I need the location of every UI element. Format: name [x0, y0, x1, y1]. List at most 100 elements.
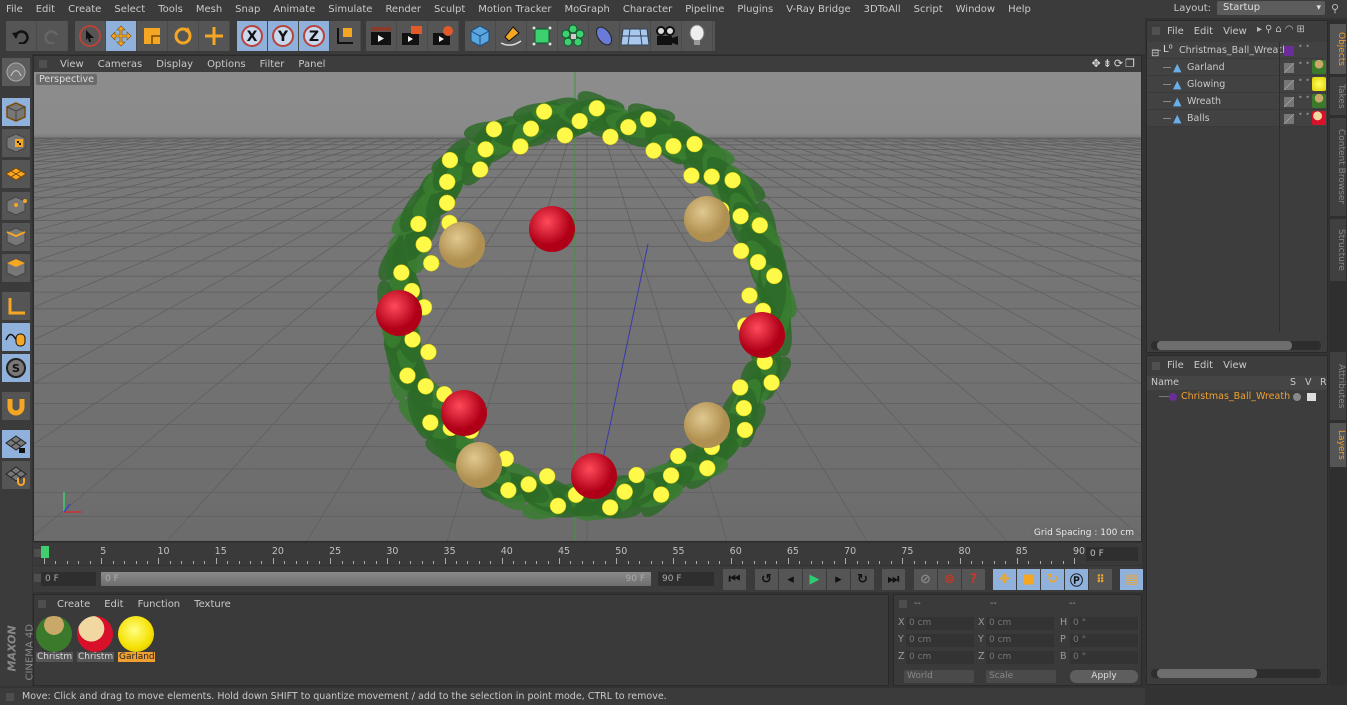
tab-takes[interactable]: Takes	[1330, 77, 1346, 115]
snap-magnet-icon[interactable]	[2, 392, 30, 420]
menu-select[interactable]: Select	[108, 4, 152, 15]
visibility-dots[interactable]: • •	[1298, 111, 1310, 119]
model-mode-icon[interactable]	[2, 98, 30, 126]
viewport-menu-view[interactable]: View	[53, 59, 91, 70]
solo-icon[interactable]: S	[2, 354, 30, 382]
workplane-mode-icon[interactable]	[2, 160, 30, 188]
object-menu-edit[interactable]: Edit	[1190, 26, 1219, 37]
points-mode-icon[interactable]	[2, 192, 30, 220]
menu-simulate[interactable]: Simulate	[322, 4, 379, 15]
menu-v-ray-bridge[interactable]: V-Ray Bridge	[780, 4, 857, 15]
redo-icon[interactable]	[37, 21, 68, 51]
camera-icon[interactable]	[651, 21, 682, 51]
menu-plugins[interactable]: Plugins	[731, 4, 780, 15]
object-row[interactable]: ▲ Wreath • •	[1147, 93, 1327, 110]
layout-dropdown[interactable]: Startup	[1217, 1, 1325, 15]
transform-mode-dropdown[interactable]: Scale	[986, 670, 1056, 683]
end-frame-field[interactable]: 90 F	[658, 572, 714, 586]
material-swatch[interactable]: Christm	[77, 616, 114, 664]
visibility-toggle[interactable]	[1307, 393, 1316, 401]
coordinate-field[interactable]: 0 cm	[906, 651, 974, 664]
render-view-icon[interactable]	[366, 21, 397, 51]
menu-script[interactable]: Script	[908, 4, 950, 15]
search-icon[interactable]: ⚲	[1265, 24, 1275, 35]
workplane-lock-icon[interactable]	[2, 430, 30, 458]
horizontal-scrollbar[interactable]	[1151, 669, 1321, 678]
key-parameter-icon[interactable]: Ⓟ	[1065, 569, 1088, 590]
timeline-ruler[interactable]: 051015202530354045505560657075808590	[40, 546, 1085, 564]
add-move-icon[interactable]	[199, 21, 230, 51]
tab-content-browser[interactable]: Content Browser	[1330, 118, 1346, 216]
pen-spline-icon[interactable]	[496, 21, 527, 51]
deformer-icon[interactable]	[589, 21, 620, 51]
floor-icon[interactable]	[620, 21, 651, 51]
menu-tools[interactable]: Tools	[152, 4, 190, 15]
layer-menu-edit[interactable]: Edit	[1190, 360, 1219, 371]
x-axis-lock-icon[interactable]: X	[237, 21, 268, 51]
menu-help[interactable]: Help	[1002, 4, 1038, 15]
coordinate-system-icon[interactable]	[330, 21, 361, 51]
object-row[interactable]: ▲ Garland • •	[1147, 59, 1327, 76]
material-menu-texture[interactable]: Texture	[187, 599, 238, 610]
scale-icon[interactable]	[137, 21, 168, 51]
viewport-scene[interactable]: Perspective Grid Spacing : 100 cm	[34, 72, 1141, 541]
z-axis-lock-icon[interactable]: Z	[299, 21, 330, 51]
viewport-menu-options[interactable]: Options	[200, 59, 253, 70]
layer-row[interactable]: Christmas_Ball_Wreath	[1147, 390, 1327, 404]
menu-animate[interactable]: Animate	[267, 4, 322, 15]
previous-frame-icon[interactable]: ◂	[779, 569, 802, 590]
record-icon[interactable]: ⊘	[914, 569, 937, 590]
edit-render-toggle[interactable]	[1284, 114, 1294, 124]
material-tag-icon[interactable]	[1312, 60, 1326, 74]
menu-render[interactable]: Render	[379, 4, 428, 15]
key-scale-icon[interactable]: ■	[1017, 569, 1040, 590]
move-icon[interactable]	[106, 21, 137, 51]
menu-sculpt[interactable]: Sculpt	[428, 4, 472, 15]
home-icon[interactable]: ⌂	[1275, 24, 1284, 35]
menu-file[interactable]: File	[0, 4, 30, 15]
object-menu-view[interactable]: View	[1219, 26, 1253, 37]
coordinate-field[interactable]: 0 cm	[906, 634, 974, 647]
object-menu-file[interactable]: File	[1163, 26, 1190, 37]
layer-color-dot[interactable]	[1169, 393, 1177, 401]
subdivision-icon[interactable]	[527, 21, 558, 51]
layer-menu-view[interactable]: View	[1219, 360, 1253, 371]
edges-mode-icon[interactable]	[2, 223, 30, 251]
autokey-icon[interactable]: ⊚	[938, 569, 961, 590]
playhead[interactable]	[41, 546, 49, 558]
solo-toggle[interactable]	[1293, 393, 1301, 401]
material-tag-icon[interactable]	[1312, 77, 1326, 91]
object-row[interactable]: ▲ Balls • •	[1147, 110, 1327, 127]
light-icon[interactable]	[682, 21, 713, 51]
pan-icon[interactable]: ✥	[1091, 57, 1102, 70]
rotate-icon[interactable]	[168, 21, 199, 51]
visibility-dots[interactable]: • •	[1298, 60, 1310, 68]
cube-primitive-icon[interactable]	[465, 21, 496, 51]
layer-menu-file[interactable]: File	[1163, 360, 1190, 371]
object-row[interactable]: ▲ Glowing • •	[1147, 76, 1327, 93]
menu-pipeline[interactable]: Pipeline	[679, 4, 731, 15]
tab-structure[interactable]: Structure	[1330, 219, 1346, 281]
timeline-window-icon[interactable]: ▤	[1120, 569, 1143, 590]
menu-motion-tracker[interactable]: Motion Tracker	[472, 4, 558, 15]
workplane-snap-icon[interactable]	[2, 461, 30, 489]
y-axis-lock-icon[interactable]: Y	[268, 21, 299, 51]
object-row[interactable]: ⊟ L⁰ Christmas_Ball_Wreath • •	[1147, 42, 1327, 59]
visibility-dots[interactable]: • •	[1298, 94, 1310, 102]
menu-mesh[interactable]: Mesh	[190, 4, 229, 15]
menu-character[interactable]: Character	[617, 4, 679, 15]
key-point-level-icon[interactable]: ⠿	[1089, 569, 1112, 590]
viewport-menu-cameras[interactable]: Cameras	[91, 59, 149, 70]
visibility-dots[interactable]: • •	[1298, 43, 1310, 51]
polygons-mode-icon[interactable]	[2, 254, 30, 282]
key-rotation-icon[interactable]: ↻	[1041, 569, 1064, 590]
undo-icon[interactable]	[6, 21, 37, 51]
orbit-icon[interactable]: ⟳	[1114, 57, 1125, 70]
material-swatch[interactable]: Christm	[36, 616, 73, 664]
viewport-menu-panel[interactable]: Panel	[291, 59, 332, 70]
current-frame-field[interactable]: 0 F	[1086, 547, 1138, 561]
next-key-icon[interactable]: ↻	[851, 569, 874, 590]
horizontal-scrollbar[interactable]	[1151, 341, 1321, 350]
render-settings-icon[interactable]	[428, 21, 459, 51]
viewport-menu-filter[interactable]: Filter	[253, 59, 292, 70]
